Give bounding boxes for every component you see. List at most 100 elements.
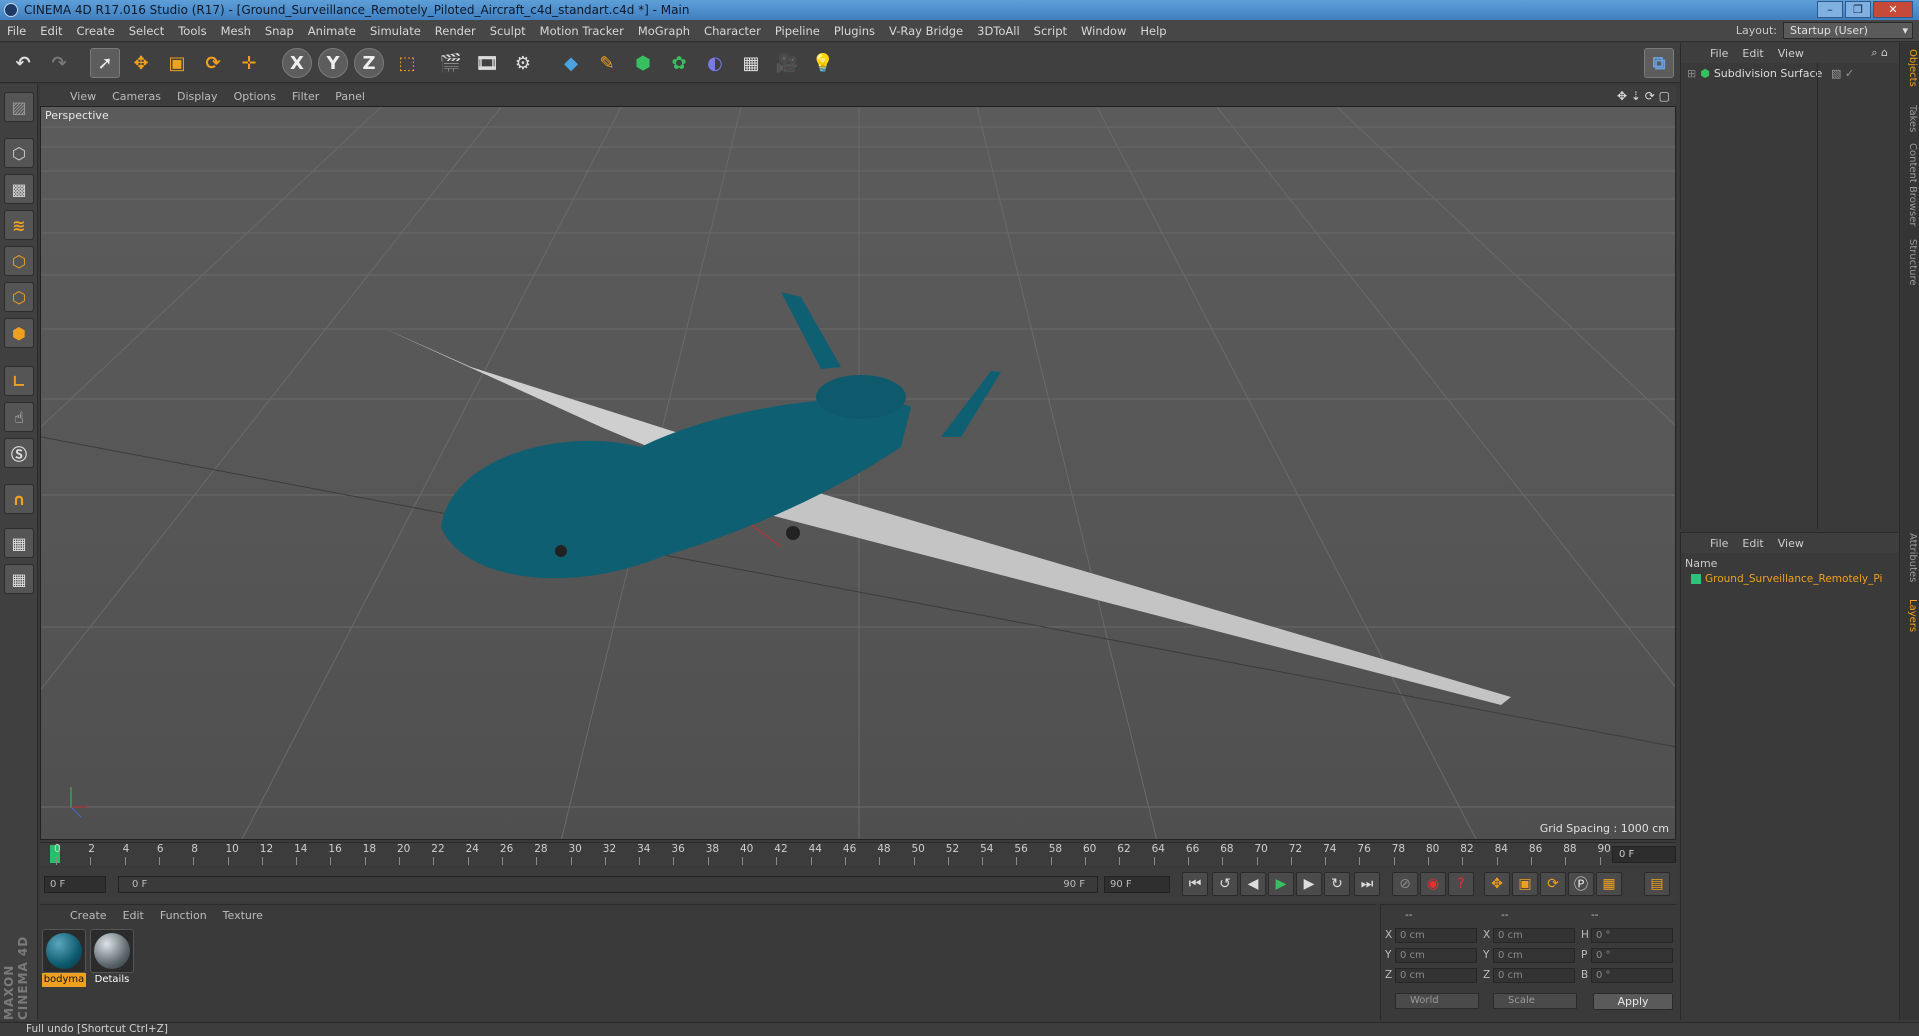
scale-icon[interactable]: ▣ (162, 48, 192, 78)
layers-menu-edit[interactable]: Edit (1735, 537, 1770, 550)
key-rotation-icon[interactable]: ⟳ (1540, 872, 1566, 896)
menu-edit[interactable]: Edit (33, 20, 69, 42)
render-view-icon[interactable]: 🎬 (436, 48, 466, 78)
menu-file[interactable]: File (0, 20, 33, 42)
menu-snap[interactable]: Snap (258, 20, 301, 42)
objects-menu-file[interactable]: File (1703, 47, 1735, 60)
menu-help[interactable]: Help (1133, 20, 1173, 42)
go-to-end-icon[interactable]: ⏭ (1354, 872, 1380, 896)
menu-create[interactable]: Create (70, 20, 122, 42)
frame-range-slider[interactable]: 0 F 90 F (118, 876, 1098, 893)
viewport-menu-view[interactable]: View (62, 90, 104, 103)
menu-mograph[interactable]: MoGraph (631, 20, 697, 42)
redo-icon[interactable]: ↷ (44, 48, 74, 78)
next-key-icon[interactable]: ↻ (1324, 872, 1350, 896)
tweak-mode-icon[interactable]: ☝ (4, 402, 34, 432)
material-menu-function[interactable]: Function (152, 909, 215, 922)
workplane-icon[interactable]: ≋ (4, 210, 34, 240)
objects-menu-view[interactable]: View (1771, 47, 1811, 60)
autokey-icon[interactable]: ◉ (1420, 872, 1446, 896)
maximize-button[interactable]: ❐ (1845, 1, 1871, 18)
layer-row[interactable]: Ground_Surveillance_Remotely_Pi (1691, 573, 1882, 585)
tab-attributes[interactable]: Attributes (1902, 533, 1918, 582)
render-picture-viewer-icon[interactable]: 🎞 (472, 48, 502, 78)
object-row[interactable]: ⊞ ⬢ Subdivision Surface ▧ ✓ (1687, 67, 1854, 80)
key-scale-icon[interactable]: ▣ (1512, 872, 1538, 896)
viewport-menu-options[interactable]: Options (226, 90, 284, 103)
expand-icon[interactable]: ⊞ (1687, 67, 1696, 80)
previous-frame-icon[interactable]: ◀ (1240, 872, 1266, 896)
end-frame-field[interactable]: 90 F (1104, 876, 1170, 893)
workplane-lock-icon[interactable]: ▦ (4, 528, 34, 558)
record-keys-icon[interactable]: ⊘ (1392, 872, 1418, 896)
tab-content-browser[interactable]: Content Browser (1902, 143, 1918, 226)
menu-tools[interactable]: Tools (171, 20, 213, 42)
coord-mode-world-dropdown[interactable]: World (1395, 993, 1479, 1009)
coord-size-y-field[interactable]: 0 cm (1493, 948, 1575, 963)
tab-structure[interactable]: Structure (1902, 239, 1918, 286)
layers-menu-view[interactable]: View (1771, 537, 1811, 550)
coord-pos-z-field[interactable]: 0 cm (1395, 968, 1477, 983)
go-to-start-icon[interactable]: ⏮ (1182, 872, 1208, 896)
menu-character[interactable]: Character (697, 20, 768, 42)
menu-vray-bridge[interactable]: V-Ray Bridge (882, 20, 970, 42)
viewport-nav-icons[interactable]: ✥ ⇣ ⟳ ▢ (1617, 89, 1670, 103)
points-mode-icon[interactable]: ⬡ (4, 246, 34, 276)
layout-dropdown[interactable]: Startup (User) ▾ (1783, 22, 1913, 39)
subdivision-icon[interactable]: ⬢ (628, 48, 658, 78)
start-frame-field[interactable]: 0 F (44, 876, 106, 893)
material-swatch-bodyma[interactable]: bodyma (42, 929, 86, 987)
menu-sculpt[interactable]: Sculpt (483, 20, 533, 42)
pen-spline-icon[interactable]: ✎ (592, 48, 622, 78)
tab-takes[interactable]: Takes (1902, 105, 1918, 132)
viewport-menu-cameras[interactable]: Cameras (104, 90, 169, 103)
y-axis-button[interactable]: Y (318, 48, 348, 78)
key-parameter-icon[interactable]: Ⓟ (1568, 872, 1594, 896)
render-settings-icon[interactable]: ⚙ (508, 48, 538, 78)
menu-simulate[interactable]: Simulate (363, 20, 428, 42)
apply-button[interactable]: Apply (1593, 993, 1673, 1010)
key-pla-icon[interactable]: ▦ (1596, 872, 1622, 896)
menu-motion-tracker[interactable]: Motion Tracker (533, 20, 631, 42)
material-menu-create[interactable]: Create (62, 909, 115, 922)
select-cursor-icon[interactable]: ➚ (90, 48, 120, 78)
texture-mode-icon[interactable]: ▩ (4, 174, 34, 204)
tab-layers[interactable]: Layers (1902, 599, 1918, 632)
cloner-icon[interactable]: ✿ (664, 48, 694, 78)
layers-menu-file[interactable]: File (1703, 537, 1735, 550)
menu-pipeline[interactable]: Pipeline (768, 20, 827, 42)
3d-viewport[interactable]: Perspective Grid Spacing : 1000 cm (40, 106, 1676, 840)
cube-icon[interactable]: ◆ (556, 48, 586, 78)
polygons-mode-icon[interactable]: ⬢ (4, 318, 34, 348)
move-icon[interactable]: ✥ (126, 48, 156, 78)
next-frame-icon[interactable]: ▶ (1296, 872, 1322, 896)
material-menu-edit[interactable]: Edit (115, 909, 152, 922)
menu-window[interactable]: Window (1074, 20, 1133, 42)
coord-mode-scale-dropdown[interactable]: Scale (1493, 993, 1577, 1009)
coord-rot-p-field[interactable]: 0 ° (1591, 948, 1673, 963)
make-editable-icon[interactable]: ▨ (4, 92, 34, 122)
timeline-ruler[interactable]: 0 2 4 6 8 10 12 14 16 18 20 22 24 26 28 30 32 34 36 38 40 42 4… (40, 842, 1676, 866)
menu-script[interactable]: Script (1027, 20, 1074, 42)
floor-icon[interactable]: ▦ (736, 48, 766, 78)
material-menu-texture[interactable]: Texture (215, 909, 271, 922)
material-swatch-details[interactable]: Details (90, 929, 134, 987)
light-icon[interactable]: 💡 (808, 48, 838, 78)
tab-objects[interactable]: Objects (1902, 49, 1918, 87)
menu-render[interactable]: Render (428, 20, 483, 42)
coord-rot-h-field[interactable]: 0 ° (1591, 928, 1673, 943)
current-frame-field[interactable]: 0 F (1612, 846, 1676, 863)
key-position-icon[interactable]: ✥ (1484, 872, 1510, 896)
edges-mode-icon[interactable]: ⬡ (4, 282, 34, 312)
camera-icon[interactable]: 🎥 (772, 48, 802, 78)
x-axis-button[interactable]: X (282, 48, 312, 78)
rotate-icon[interactable]: ⟳ (198, 48, 228, 78)
coord-pos-x-field[interactable]: 0 cm (1395, 928, 1477, 943)
grid-icon[interactable]: ▦ (4, 564, 34, 594)
play-icon[interactable]: ▶ (1268, 872, 1294, 896)
live-select-icon[interactable]: ✛ (234, 48, 264, 78)
magnet-icon[interactable]: ∩ (4, 484, 34, 514)
menu-mesh[interactable]: Mesh (214, 20, 258, 42)
search-icon[interactable]: ⌕ ⌂ (1864, 46, 1895, 60)
z-axis-button[interactable]: Z (354, 48, 384, 78)
